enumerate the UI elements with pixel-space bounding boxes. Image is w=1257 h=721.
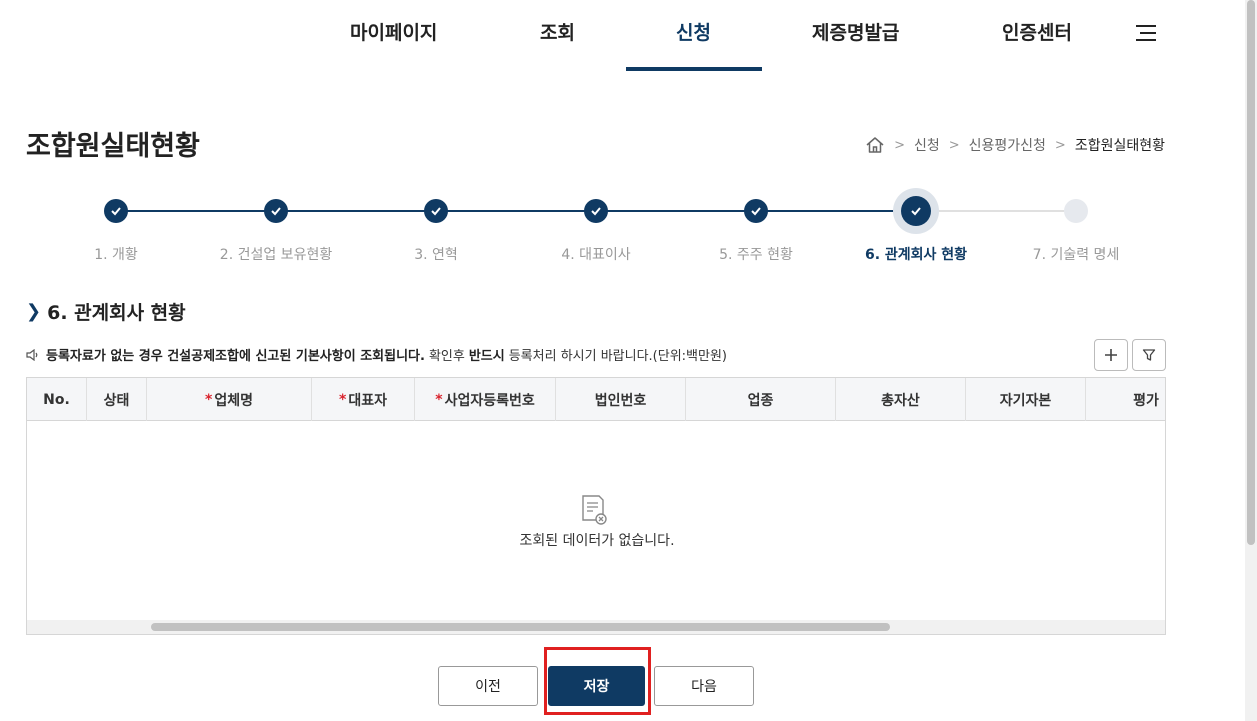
chevron-right-icon: > [894,137,905,153]
column-header-total-assets[interactable]: 총자산 [836,378,966,421]
column-header-corporate-no[interactable]: 법인번호 [556,378,686,421]
step-label-6[interactable]: 6. 관계회사 현황 [865,244,967,264]
column-header-representative[interactable]: * 대표자 [312,378,415,421]
page-title: 조합원실태현황 [26,131,200,162]
notice-bold-2: 반드시 [468,349,505,364]
nav-auth-center[interactable]: 인증센터 [1002,18,1072,45]
step-1-check-icon[interactable] [104,199,128,223]
column-header-evaluation[interactable]: 평가 [1086,378,1165,421]
related-company-grid: No. 상태 * 업체명 * 대표자 * 사업자등록번호 법인번호 업종 총자산 자기… [26,377,1166,635]
hamburger-menu-icon[interactable] [1136,25,1156,41]
speaker-icon [26,348,40,361]
section-title: ❯ 6. 관계회사 현황 [26,298,186,325]
plus-icon [1105,349,1117,361]
step-2-check-icon[interactable] [264,199,288,223]
empty-document-icon [579,494,609,526]
chevron-right-icon: ❯ [26,301,42,322]
horizontal-scrollbar-thumb[interactable] [151,623,890,631]
vertical-scrollbar[interactable] [1245,0,1257,721]
grid-header: No. 상태 * 업체명 * 대표자 * 사업자등록번호 법인번호 업종 총자산 자기… [27,378,1165,421]
vertical-scrollbar-thumb[interactable] [1247,0,1255,545]
nav-application[interactable]: 신청 [676,18,711,45]
column-header-business-reg-no[interactable]: * 사업자등록번호 [415,378,556,421]
required-mark: * [339,391,347,408]
nav-inquiry[interactable]: 조회 [540,18,575,45]
column-header-equity[interactable]: 자기자본 [966,378,1086,421]
nav-mypage[interactable]: 마이페이지 [350,18,437,45]
step-label-5[interactable]: 5. 주주 현황 [719,244,793,264]
column-header-industry[interactable]: 업종 [686,378,836,421]
horizontal-scrollbar[interactable] [27,620,1165,634]
breadcrumb-item-current: 조합원실태현황 [1074,138,1165,154]
home-icon[interactable] [865,136,885,154]
required-mark: * [435,391,443,408]
top-navigation: 마이페이지 조회 신청 제증명발급 인증센터 [0,0,1245,72]
step-label-2[interactable]: 2. 건설업 보유현황 [220,244,332,264]
stepper-line-pending [916,210,1076,212]
notice-bold-1: 등록자료가 없는 경우 건설공제조합에 신고된 기본사항이 조회됩니다. [46,349,425,364]
column-header-no[interactable]: No. [27,378,87,421]
notice-text-2: 등록처리 하시기 바랍니다.(단위:백만원) [508,349,727,364]
step-7-pending-dot[interactable] [1064,199,1088,223]
notice: 등록자료가 없는 경우 건설공제조합에 신고된 기본사항이 조회됩니다. 확인후… [26,345,727,364]
add-row-button[interactable] [1094,339,1128,371]
stepper-line-complete [116,210,916,212]
required-mark: * [205,391,213,408]
chevron-right-icon: > [1054,137,1066,153]
notice-text-1: 확인후 [428,349,465,364]
chevron-right-icon: > [948,137,960,153]
empty-message: 조회된 데이터가 없습니다. [519,533,675,549]
step-label-4[interactable]: 4. 대표이사 [561,244,630,264]
breadcrumb-item-credit-eval[interactable]: 신용평가신청 [969,135,1046,155]
step-3-check-icon[interactable] [424,199,448,223]
step-label-7[interactable]: 7. 기술력 명세 [1033,244,1120,264]
column-header-status[interactable]: 상태 [87,378,147,421]
step-6-current-check-icon[interactable] [893,188,939,234]
filter-icon [1142,349,1156,361]
progress-stepper: 1. 개황 2. 건설업 보유현황 3. 연혁 4. 대표이사 5. 주주 현황… [0,186,1245,266]
nav-active-underline [626,67,762,71]
save-button-highlight [544,647,651,715]
breadcrumb: > 신청 > 신용평가신청 > 조합원실태현황 [865,134,1165,156]
step-label-1[interactable]: 1. 개황 [94,244,138,264]
filter-button[interactable] [1132,339,1166,371]
column-header-company-name[interactable]: * 업체명 [147,378,312,421]
prev-button[interactable]: 이전 [438,666,538,706]
nav-certificate[interactable]: 제증명발급 [812,18,899,45]
breadcrumb-item-application[interactable]: 신청 [914,135,940,155]
step-label-3[interactable]: 3. 연혁 [414,244,458,264]
step-5-check-icon[interactable] [744,199,768,223]
section-title-text: 6. 관계회사 현황 [47,302,186,324]
step-4-check-icon[interactable] [584,199,608,223]
next-button[interactable]: 다음 [654,666,754,706]
